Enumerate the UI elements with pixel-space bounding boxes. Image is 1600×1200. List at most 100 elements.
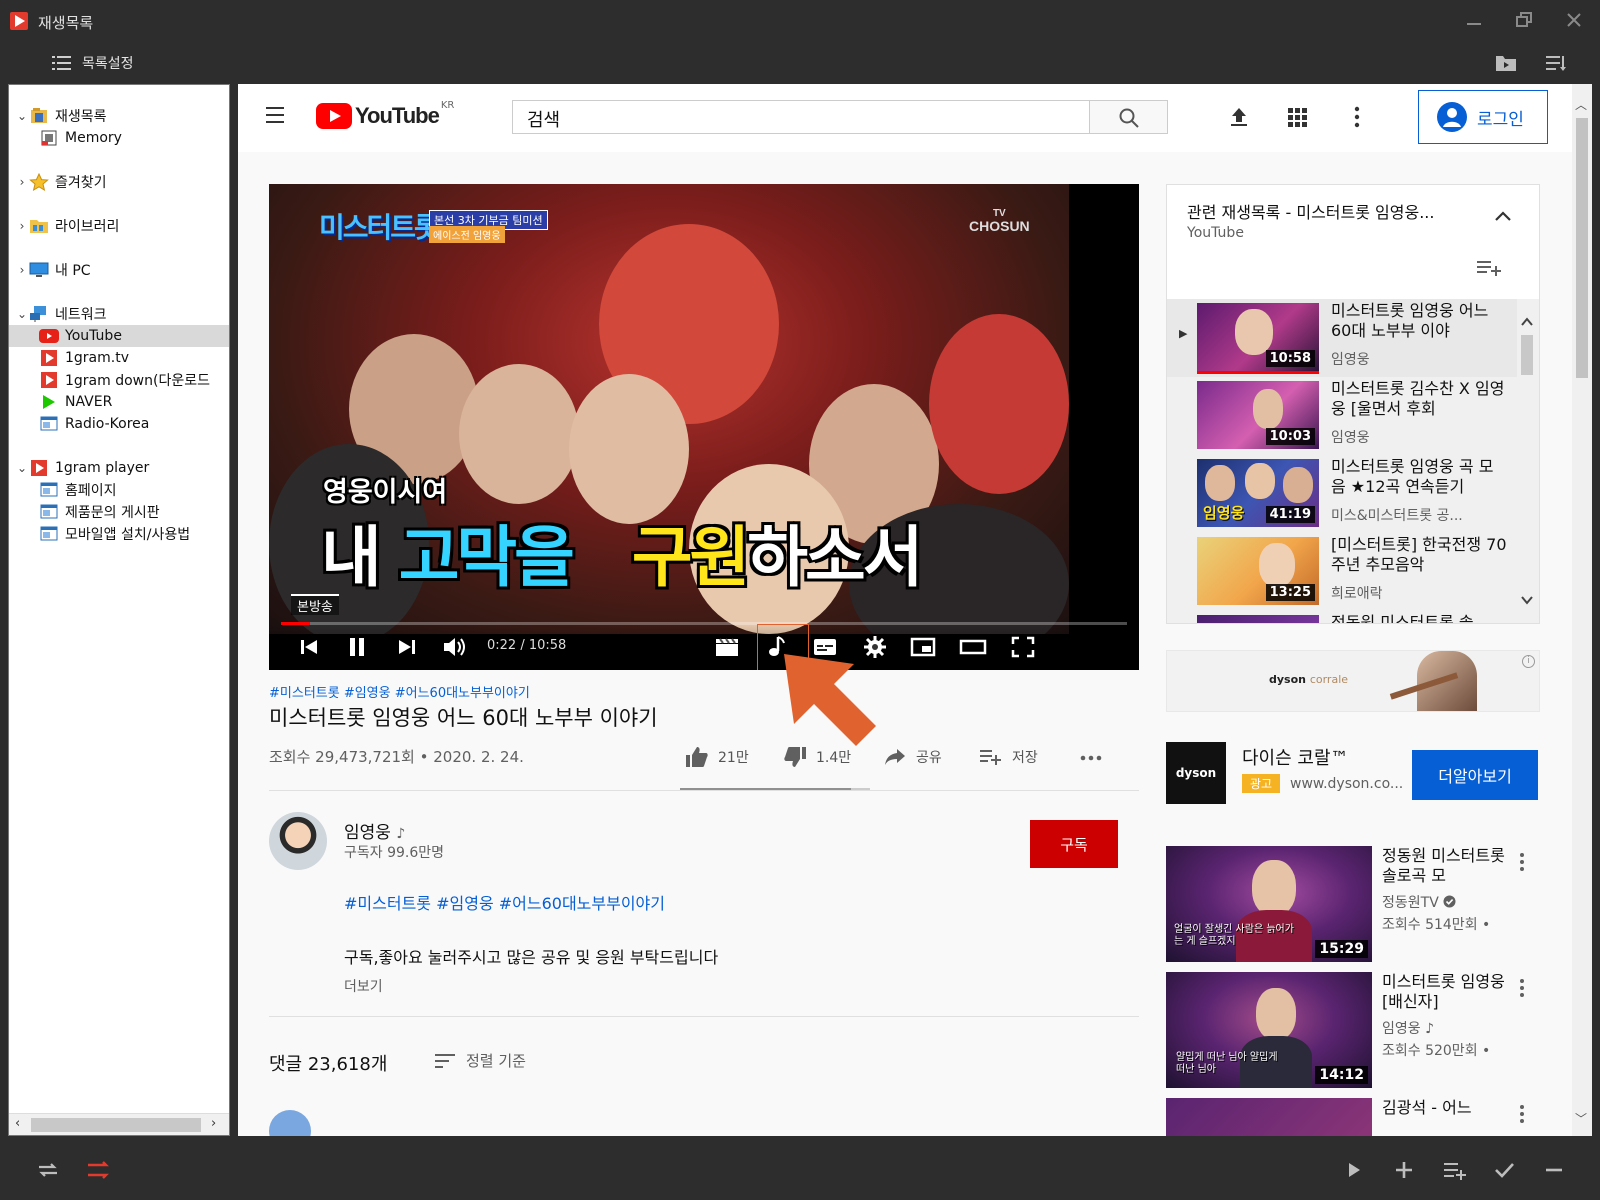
more-options-icon[interactable]: [1344, 104, 1370, 130]
playlist-item[interactable]: 13:25 [미스터트롯] 한국전쟁 70주년 추모음악 희로애락: [1167, 533, 1517, 611]
expand-closed-icon[interactable]: ›: [15, 175, 29, 189]
like-button[interactable]: 21만: [684, 744, 749, 770]
show-logo-text: 미스터트롯: [319, 211, 440, 244]
shuffle-icon[interactable]: [84, 1156, 112, 1184]
pause-icon[interactable]: [343, 634, 371, 660]
dislike-button[interactable]: 1.4만: [782, 744, 851, 770]
add-to-list-icon[interactable]: [1440, 1156, 1468, 1184]
add-to-queue-icon[interactable]: [1475, 257, 1503, 279]
search-input[interactable]: 검색: [512, 100, 1090, 134]
tree-item-mobile-app[interactable]: 모바일앱 설치/사용법: [39, 523, 229, 545]
expand-closed-icon[interactable]: ›: [15, 219, 29, 233]
open-folder-icon[interactable]: [1494, 52, 1518, 74]
scrollbar-thumb[interactable]: [31, 1118, 201, 1132]
sort-comments-button[interactable]: 정렬 기준: [434, 1050, 526, 1071]
learn-more-button[interactable]: 더알아보기: [1412, 750, 1538, 800]
save-button[interactable]: 저장: [978, 744, 1038, 770]
scroll-down-icon[interactable]: ﹀: [1575, 1110, 1587, 1127]
tree-item-youtube[interactable]: YouTube: [9, 325, 229, 347]
volume-icon[interactable]: [441, 634, 469, 660]
tree-item-product-inquiry[interactable]: 제품문의 게시판: [39, 501, 229, 523]
login-button[interactable]: 로그인: [1418, 90, 1548, 144]
playlist-thumbnail: 13:25: [1197, 537, 1319, 605]
more-options-icon[interactable]: [1512, 976, 1532, 1000]
tree-item-1gram-tv[interactable]: 1gram.tv: [39, 347, 229, 369]
tree-item-1gram-down[interactable]: 1gram down(다운로드: [39, 369, 229, 391]
upload-icon[interactable]: [1226, 104, 1252, 130]
scroll-up-icon[interactable]: ︿: [1575, 96, 1587, 113]
recommended-video[interactable]: 얼굴이 잘생긴 사람은 늙어가는 게 슬프겠지 15:29 정동원 미스터트롯 …: [1166, 846, 1540, 966]
scrollbar-thumb[interactable]: [1576, 118, 1588, 378]
search-button[interactable]: [1090, 100, 1168, 134]
tree-item-homepage[interactable]: 홈페이지: [39, 479, 229, 501]
playlist-folder-icon: [29, 107, 49, 125]
expand-closed-icon[interactable]: ›: [15, 263, 29, 277]
share-label: 공유: [916, 750, 942, 766]
miniplayer-icon[interactable]: [909, 634, 937, 660]
recommended-video[interactable]: 김광석 - 어느: [1166, 1098, 1540, 1136]
close-button[interactable]: [1562, 10, 1586, 34]
expand-open-icon[interactable]: ⌄: [15, 109, 29, 123]
channel-avatar[interactable]: [269, 812, 327, 870]
tree-horizontal-scrollbar[interactable]: ‹ ›: [9, 1113, 229, 1135]
memory-icon: [39, 129, 59, 147]
video-hashtags[interactable]: #미스터트롯 #임영웅 #어느60대노부부이야기: [269, 682, 530, 701]
youtube-logo[interactable]: YouTube KR: [316, 100, 454, 130]
playlist-item[interactable]: 10:03 미스터트롯 김수찬 X 임영웅 [울면서 후회 임영웅: [1167, 377, 1517, 455]
more-options-icon[interactable]: [1512, 850, 1532, 874]
recommended-video[interactable]: 얄밉게 떠난 님아 얄밉게 떠난 님아 14:12 미스터트롯 임영웅 [배신자…: [1166, 972, 1540, 1092]
collapse-chevron-up-icon[interactable]: [1491, 207, 1515, 225]
share-button[interactable]: 공유: [882, 744, 942, 770]
playlist-item[interactable]: ▶ 10:58 미스터트롯 임영웅 어느 60대 노부부 이야 임영웅: [1167, 299, 1517, 377]
playlist-item[interactable]: 정동원 미스터트롯 솔: [1167, 611, 1517, 623]
previous-icon[interactable]: [295, 634, 323, 660]
ad-banner[interactable]: dyson corrale i: [1166, 650, 1540, 712]
tree-item-playlist[interactable]: ⌄ 재생목록: [15, 105, 229, 127]
video-frame[interactable]: 미스터트롯 본선 3차 기부금 팀미션 에이스전 임영웅 TV CHOSUN 영…: [269, 184, 1069, 634]
hamburger-menu-icon[interactable]: [266, 106, 288, 124]
theater-mode-icon[interactable]: [959, 634, 987, 660]
list-settings-menu[interactable]: 목록설정: [52, 50, 134, 76]
apps-grid-icon[interactable]: [1284, 104, 1310, 130]
scroll-left-icon[interactable]: ‹: [15, 1116, 20, 1131]
more-actions-icon[interactable]: [1078, 748, 1104, 768]
sort-list-icon[interactable]: [1544, 52, 1568, 74]
browser-vertical-scrollbar[interactable]: ︿ ﹀: [1572, 84, 1592, 1136]
check-icon[interactable]: [1490, 1156, 1518, 1184]
next-icon[interactable]: [393, 634, 421, 660]
playlist-scrollbar[interactable]: [1517, 299, 1537, 624]
tree-item-favorites[interactable]: › 즐겨찾기: [15, 171, 229, 193]
ad-info-icon[interactable]: i: [1522, 655, 1535, 668]
ad-url[interactable]: www.dyson.co...: [1290, 776, 1402, 792]
description-hashtags[interactable]: #미스터트롯 #임영웅 #어느60대노부부이야기: [344, 890, 665, 914]
repeat-icon[interactable]: [34, 1156, 62, 1184]
tree-item-library[interactable]: › 라이브러리: [15, 215, 229, 237]
channel-name[interactable]: 임영웅 ♪: [344, 818, 405, 843]
tree-item-1gram-player[interactable]: ⌄ 1gram player: [15, 457, 229, 479]
tree-item-radio-korea[interactable]: Radio-Korea: [39, 413, 229, 435]
minimize-button[interactable]: [1462, 10, 1486, 34]
video-player[interactable]: 미스터트롯 본선 3차 기부금 팀미션 에이스전 임영웅 TV CHOSUN 영…: [269, 184, 1139, 670]
remove-icon[interactable]: [1540, 1156, 1568, 1184]
fullscreen-icon[interactable]: [1009, 634, 1037, 660]
ad-advertiser-logo[interactable]: dyson: [1166, 742, 1226, 804]
show-more-link[interactable]: 더보기: [344, 976, 383, 996]
tree-item-naver[interactable]: NAVER: [39, 391, 229, 413]
add-icon[interactable]: [1390, 1156, 1418, 1184]
tree-item-memory[interactable]: Memory: [39, 127, 229, 149]
ad-product-name[interactable]: 다이슨 코랄™: [1242, 744, 1349, 770]
playlist-title[interactable]: 관련 재생목록 - 미스터트롯 임영웅...: [1187, 199, 1434, 223]
tree-item-my-pc[interactable]: › 내 PC: [15, 259, 229, 281]
scroll-right-icon[interactable]: ›: [211, 1116, 216, 1131]
web-page-icon: [39, 525, 59, 543]
tree-item-label: NAVER: [65, 394, 113, 410]
expand-open-icon[interactable]: ⌄: [15, 461, 29, 475]
more-options-icon[interactable]: [1512, 1102, 1532, 1126]
subscribe-button[interactable]: 구독: [1030, 820, 1118, 868]
playlist-item[interactable]: 임영웅 41:19 미스터트롯 임영웅 곡 모음 ★12곡 연속듣기 미스&미스…: [1167, 455, 1517, 533]
expand-open-icon[interactable]: ⌄: [15, 307, 29, 321]
play-icon[interactable]: [1340, 1156, 1368, 1184]
clapperboard-icon[interactable]: [713, 634, 741, 660]
restore-button[interactable]: [1512, 10, 1536, 34]
tree-item-network[interactable]: ⌄ 네트워크: [15, 303, 229, 325]
